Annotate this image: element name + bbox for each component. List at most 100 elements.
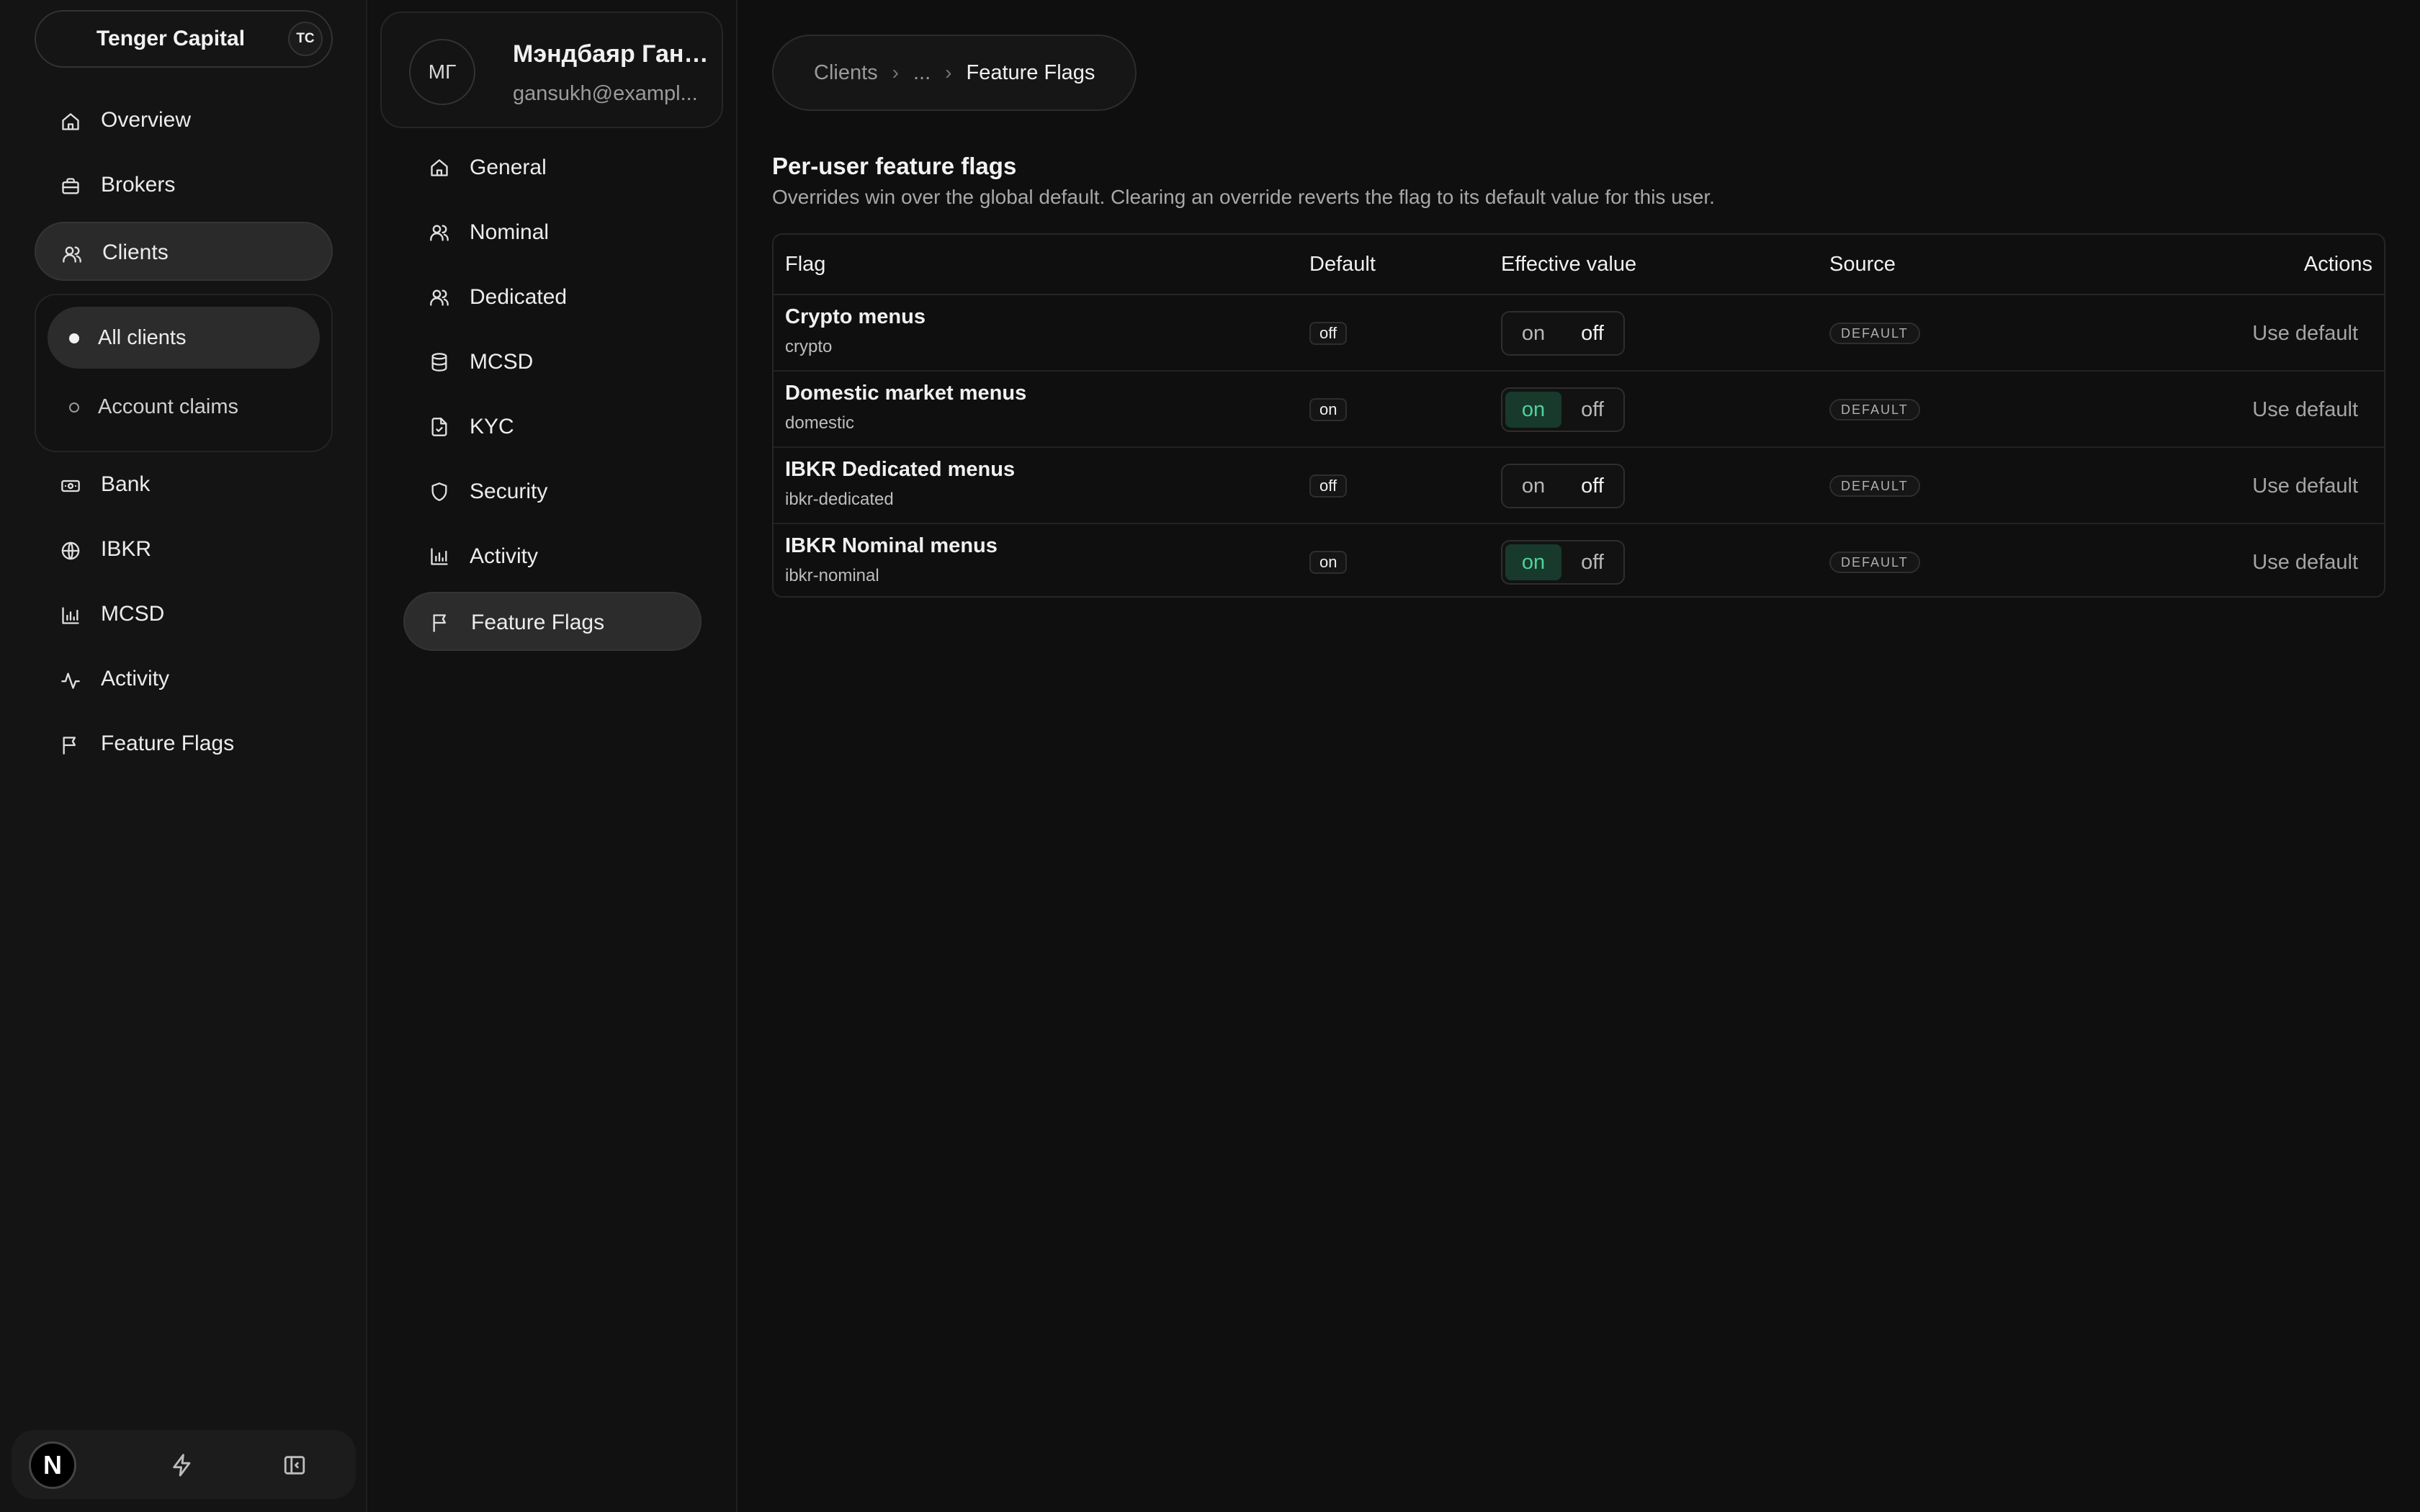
column-header-flag: Flag — [785, 252, 826, 276]
org-name: Tenger Capital — [96, 27, 246, 50]
effective-value-toggle[interactable]: on off — [1501, 311, 1625, 356]
client-nav-mcsd[interactable]: MCSD — [403, 333, 702, 392]
chevron-right-icon: › — [892, 61, 899, 84]
users-icon — [429, 287, 449, 307]
client-nav-label: Activity — [470, 544, 539, 568]
submenu-item-label: Account claims — [98, 395, 239, 418]
collapse-sidebar-icon[interactable] — [282, 1453, 307, 1477]
client-nav-security[interactable]: Security — [403, 462, 702, 521]
globe-icon — [60, 541, 81, 561]
flag-key: ibkr-nominal — [785, 566, 879, 585]
org-badge: TC — [288, 22, 323, 56]
bar-chart-icon — [60, 606, 81, 626]
flag-key: crypto — [785, 337, 833, 356]
breadcrumb-ellipsis[interactable]: ... — [913, 61, 931, 85]
source-badge: DEFAULT — [1829, 552, 1920, 573]
client-nav-feature-flags[interactable]: Feature Flags — [403, 592, 702, 651]
main-content: Clients › ... › Feature Flags Per-user f… — [738, 0, 2420, 1512]
sidebar-item-label: Feature Flags — [101, 732, 235, 755]
use-default-button[interactable]: Use default — [2252, 448, 2358, 524]
flag-key: ibkr-dedicated — [785, 490, 894, 509]
client-nav-activity[interactable]: Activity — [403, 527, 702, 586]
sidebar-item-bank[interactable]: Bank — [35, 455, 333, 514]
client-nav-kyc[interactable]: KYC — [403, 397, 702, 456]
bullet-dot-icon — [69, 333, 79, 343]
sidebar-item-ibkr[interactable]: IBKR — [35, 520, 333, 579]
use-default-button[interactable]: Use default — [2252, 295, 2358, 372]
submenu-item-label: All clients — [98, 325, 187, 349]
sidebar-item-brokers[interactable]: Brokers — [35, 156, 333, 215]
client-user-card[interactable]: МГ Мэндбаяр Ганс... gansukh@exampl... — [380, 12, 723, 128]
table-header: Flag Default Effective value Source Acti… — [774, 235, 2384, 295]
toggle-on-option[interactable]: on — [1505, 315, 1561, 351]
breadcrumb-current: Feature Flags — [966, 60, 1095, 84]
client-nav-label: Nominal — [470, 220, 550, 244]
lightning-icon[interactable] — [170, 1453, 194, 1477]
table-row: IBKR Dedicated menus ibkr-dedicated off … — [774, 448, 2384, 524]
shield-icon — [429, 482, 449, 502]
client-nav-label: Feature Flags — [471, 611, 605, 634]
flag-name: IBKR Nominal menus — [785, 534, 998, 557]
toggle-off-option[interactable]: off — [1564, 468, 1621, 504]
column-header-effective: Effective value — [1501, 252, 1637, 276]
sidebar-item-feature-flags[interactable]: Feature Flags — [35, 714, 333, 773]
feature-flags-table: Flag Default Effective value Source Acti… — [772, 233, 2385, 598]
column-header-actions: Actions — [2303, 252, 2372, 276]
sidebar-item-overview[interactable]: Overview — [35, 91, 333, 150]
chevron-right-icon: › — [945, 61, 952, 84]
users-icon — [62, 244, 82, 264]
database-icon — [429, 352, 449, 372]
client-nav-nominal[interactable]: Nominal — [403, 203, 702, 262]
effective-value-toggle[interactable]: on off — [1501, 540, 1625, 585]
source-badge: DEFAULT — [1829, 399, 1920, 420]
breadcrumb-clients-link[interactable]: Clients — [814, 61, 878, 85]
sidebar-item-label: Bank — [101, 472, 151, 496]
sidebar-item-activity[interactable]: Activity — [35, 649, 333, 708]
column-header-source: Source — [1829, 252, 1896, 276]
table-row: Domestic market menus domestic on on off… — [774, 372, 2384, 448]
toggle-off-option[interactable]: off — [1564, 544, 1621, 580]
banknote-icon — [60, 476, 81, 496]
sidebar-item-clients[interactable]: Clients — [35, 222, 333, 281]
sidebar-item-label: Activity — [101, 667, 170, 690]
flag-name: Domestic market menus — [785, 382, 1027, 405]
briefcase-icon — [60, 176, 81, 197]
source-badge: DEFAULT — [1829, 323, 1920, 344]
use-default-button[interactable]: Use default — [2252, 372, 2358, 448]
sidebar-item-label: Overview — [101, 108, 192, 132]
flag-icon — [60, 735, 81, 755]
breadcrumb: Clients › ... › Feature Flags — [772, 35, 1137, 111]
avatar: МГ — [409, 39, 475, 105]
sidebar-item-mcsd[interactable]: MCSD — [35, 585, 333, 644]
source-badge: DEFAULT — [1829, 475, 1920, 497]
effective-value-toggle[interactable]: on off — [1501, 464, 1625, 508]
toggle-off-option[interactable]: off — [1564, 315, 1621, 351]
client-nav-dedicated[interactable]: Dedicated — [403, 268, 702, 327]
client-nav-general[interactable]: General — [403, 138, 702, 197]
toggle-off-option[interactable]: off — [1564, 392, 1621, 428]
client-nav-label: General — [470, 156, 547, 179]
dev-tools-logo[interactable]: N — [29, 1441, 76, 1489]
client-email: gansukh@exampl... — [513, 82, 698, 105]
sidebar-item-label: MCSD — [101, 602, 165, 626]
submenu-item-account-claims[interactable]: Account claims — [48, 376, 320, 438]
effective-value-toggle[interactable]: on off — [1501, 387, 1625, 432]
sidebar-footer: N — [12, 1430, 356, 1499]
home-icon — [429, 158, 449, 178]
submenu-item-all-clients[interactable]: All clients — [48, 307, 320, 369]
client-nav-label: Security — [470, 480, 548, 503]
default-value-pill: on — [1309, 398, 1348, 421]
toggle-on-option[interactable]: on — [1505, 544, 1561, 580]
sidebar-item-label: IBKR — [101, 537, 152, 561]
client-name: Мэндбаяр Ганс... — [513, 40, 716, 68]
flag-name: Crypto menus — [785, 305, 926, 328]
use-default-button[interactable]: Use default — [2252, 524, 2358, 596]
toggle-on-option[interactable]: on — [1505, 468, 1561, 504]
client-nav-label: MCSD — [470, 350, 534, 374]
flag-key: domestic — [785, 413, 855, 433]
section-subtitle: Overrides win over the global default. C… — [772, 186, 1715, 208]
primary-sidebar: Tenger Capital TC Overview Brokers Clien… — [0, 0, 367, 1512]
toggle-on-option[interactable]: on — [1505, 392, 1561, 428]
org-switcher[interactable]: Tenger Capital TC — [35, 10, 333, 68]
clients-submenu: All clients Account claims — [35, 294, 333, 452]
